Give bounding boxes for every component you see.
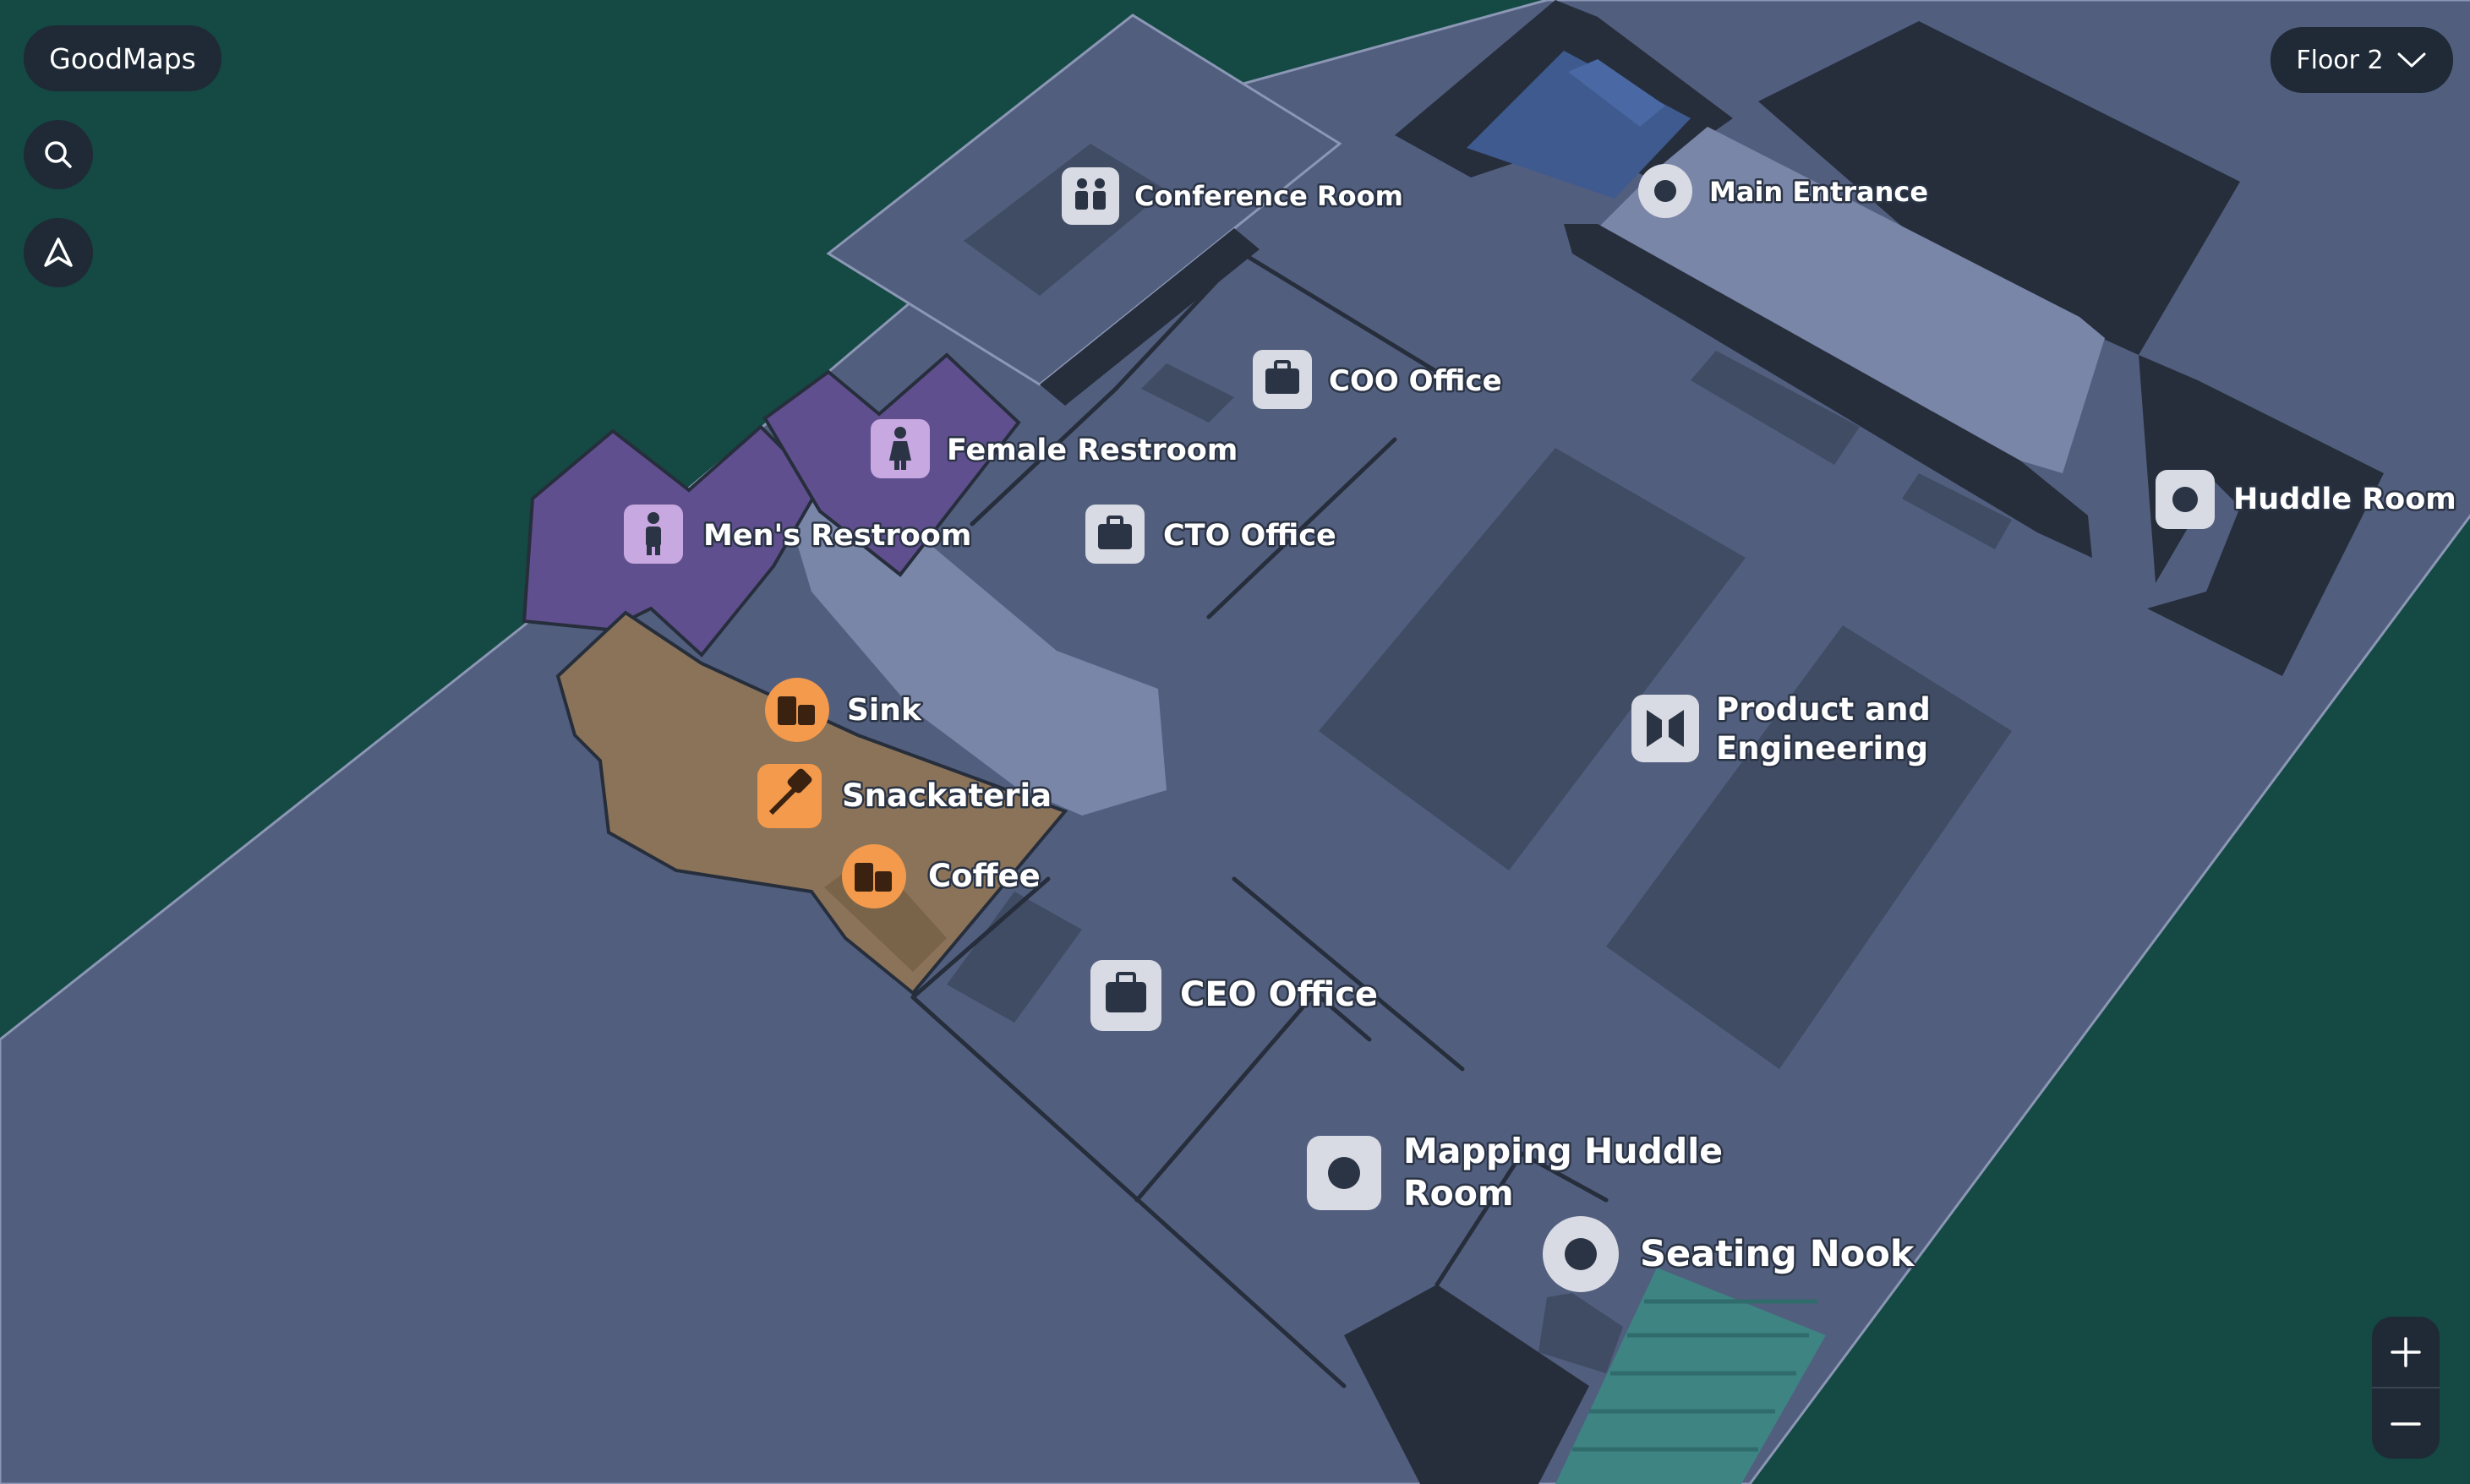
zoom-control — [2372, 1317, 2440, 1459]
poi-label: Female Restroom — [947, 434, 1238, 467]
poi-label-line2: Engineering — [1716, 730, 1928, 767]
chevron-down-icon — [2397, 52, 2426, 68]
zoom-out-button[interactable] — [2372, 1389, 2440, 1459]
brand-label: GoodMaps — [49, 41, 196, 75]
dot-icon — [2172, 487, 2198, 512]
dot-icon — [1565, 1238, 1597, 1270]
poi-label: CTO Office — [1163, 519, 1336, 553]
poi-label-line1: Product and — [1716, 691, 1931, 728]
floor-selector[interactable]: Floor 2 — [2271, 27, 2453, 93]
search-icon — [45, 141, 72, 168]
poi-label-line1: Mapping Huddle — [1403, 1131, 1723, 1171]
poi-label: Sink — [847, 693, 922, 728]
poi-label: CEO Office — [1180, 975, 1378, 1014]
poi-label: Coffee — [928, 858, 1041, 894]
poi-label: Main Entrance — [1709, 176, 1928, 208]
navigate-button[interactable] — [24, 218, 93, 287]
poi-label: Seating Nook — [1640, 1233, 1915, 1275]
plus-icon — [2391, 1336, 2421, 1367]
brand-badge[interactable]: GoodMaps — [24, 25, 221, 91]
floor-selector-label: Floor 2 — [2296, 45, 2384, 75]
poi-label: Conference Room — [1134, 180, 1403, 212]
navigation-arrow-icon — [44, 237, 73, 267]
poi-label: Huddle Room — [2233, 483, 2456, 516]
poi-label: COO Office — [1329, 364, 1502, 398]
search-button[interactable] — [24, 120, 93, 189]
dot-icon — [1654, 180, 1676, 202]
minus-icon — [2391, 1421, 2421, 1426]
zoom-in-button[interactable] — [2372, 1317, 2440, 1387]
dot-icon — [1328, 1157, 1360, 1189]
poi-label: Men's Restroom — [703, 519, 971, 553]
poi-label-line2: Room — [1403, 1173, 1514, 1214]
floor-map[interactable]: Conference Room Main Entrance COO Office… — [0, 0, 2470, 1484]
poi-label: Snackateria — [842, 777, 1052, 814]
